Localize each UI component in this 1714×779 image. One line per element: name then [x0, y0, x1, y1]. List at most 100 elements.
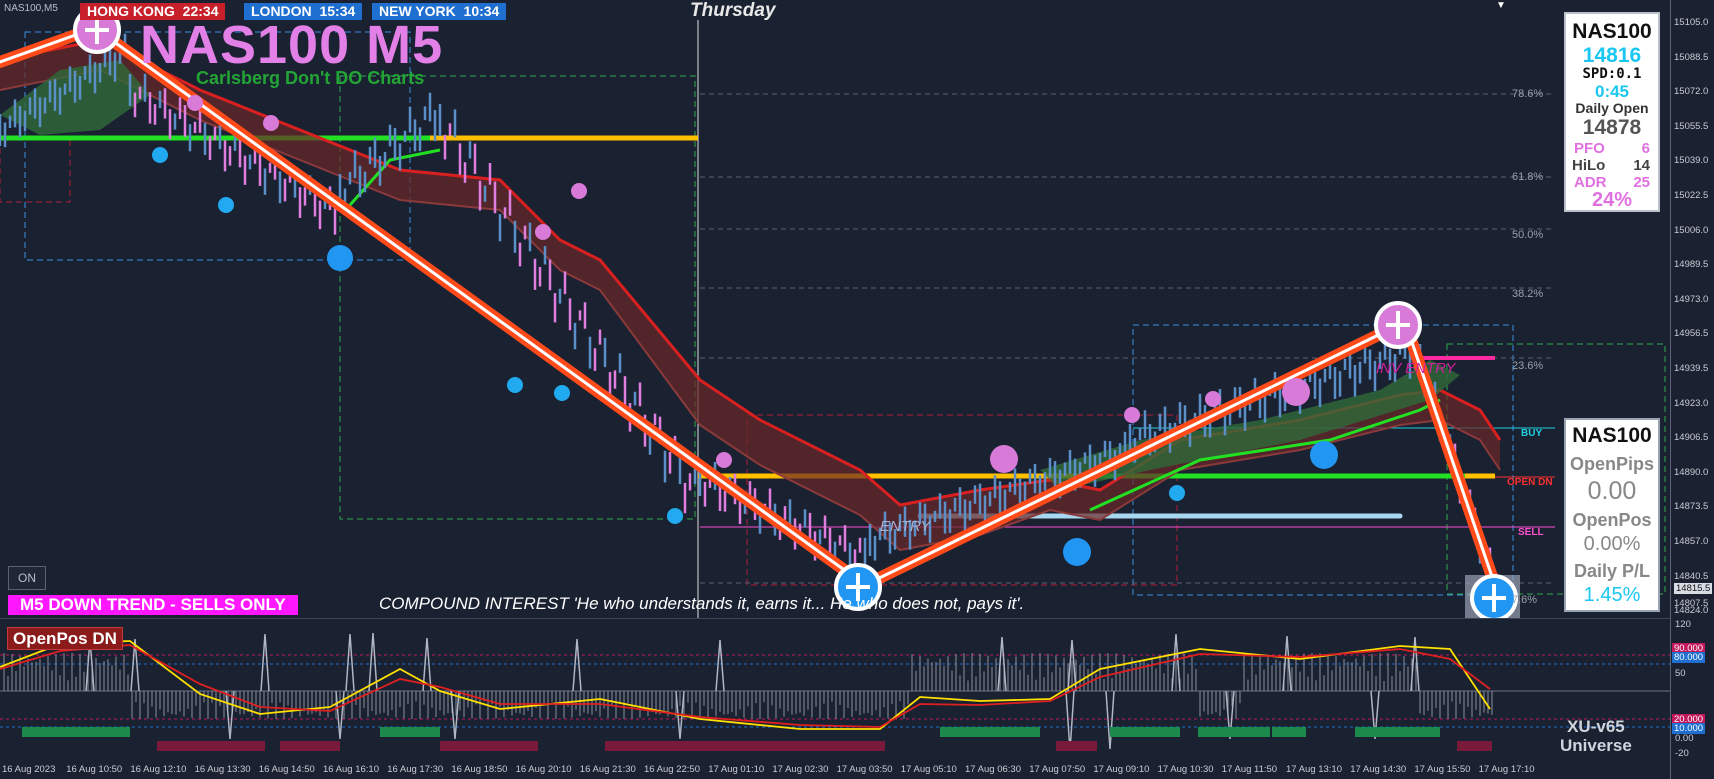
- signal-marker-dot: [218, 197, 234, 213]
- on-toggle-button[interactable]: ON: [8, 566, 46, 590]
- open-pos-label: OpenPos: [1572, 510, 1652, 530]
- osc-spike: [1105, 690, 1115, 750]
- oscillator-tick-label: 120: [1675, 619, 1691, 630]
- pfo-value: 6: [1641, 140, 1650, 157]
- open-position-panel: NAS100 OpenPips 0.00 OpenPos 0.00% Daily…: [1564, 418, 1660, 612]
- price-tick-label: 14906.5: [1674, 432, 1709, 444]
- candle-timer: 0:45: [1594, 82, 1630, 101]
- open-dn-level-label: OPEN DN: [1507, 477, 1553, 488]
- price-tick-label: 14973.0: [1674, 293, 1709, 305]
- price-tick-label: 14890.0: [1674, 466, 1709, 478]
- signal-marker-dot: [152, 147, 168, 163]
- date-tick-label: 17 Aug 09:10: [1093, 764, 1150, 775]
- date-tick-label: 17 Aug 07:50: [1029, 764, 1086, 775]
- date-tick-label: 16 Aug 18:50: [451, 764, 508, 775]
- date-tick-label: 17 Aug 14:30: [1350, 764, 1407, 775]
- chart-shift-marker-icon[interactable]: ▼: [1496, 0, 1506, 11]
- osc-state-bar-bull: [1355, 727, 1440, 737]
- main-chart[interactable]: [0, 0, 1670, 622]
- price-tick-label: 15105.0: [1674, 17, 1709, 28]
- osc-spike: [225, 690, 235, 740]
- price-tick-label: 14840.5: [1674, 570, 1709, 582]
- date-tick-label: 16 Aug 22:50: [644, 764, 700, 775]
- signal-marker-dot: [716, 452, 732, 468]
- open-pips-label: OpenPips: [1569, 454, 1654, 474]
- fib-level-label: 7.6%: [1512, 594, 1538, 606]
- oscillator-level-tag: 80.000: [1672, 652, 1706, 663]
- date-tick-label: 17 Aug 11:50: [1221, 764, 1278, 775]
- compound-interest-text: COMPOUND INTEREST 'He who understands it…: [379, 594, 1025, 613]
- range-box: [0, 139, 71, 203]
- osc-state-bar-bull: [380, 727, 440, 737]
- price-tick-label: 14857.0: [1674, 536, 1709, 547]
- current-price: 14816: [1582, 44, 1642, 67]
- openpos-indicator-label: OpenPos DN: [7, 627, 123, 650]
- range-box: [339, 75, 696, 520]
- date-tick-label: 17 Aug 05:10: [900, 764, 957, 775]
- osc-state-bar-bull: [1272, 727, 1306, 737]
- oscillator-tick-label: 0.00: [1675, 733, 1694, 744]
- signal-marker-dot: [1310, 441, 1338, 469]
- daily-open-value: 14878: [1582, 116, 1642, 139]
- price-tick-label: 15088.5: [1674, 51, 1709, 63]
- date-tick-label: 16 Aug 2023: [2, 764, 56, 775]
- date-tick-label: 16 Aug 20:10: [515, 764, 572, 775]
- trend-banner: M5 DOWN TREND - SELLS ONLY: [8, 595, 298, 615]
- fib-level-label: 23.6%: [1512, 360, 1544, 372]
- osc-spike: [260, 633, 270, 692]
- signal-marker-dot: [554, 385, 570, 401]
- day-separator-label: Thursday: [690, 0, 776, 21]
- oscillator-subwindow[interactable]: [0, 619, 1670, 761]
- date-tick-label: 16 Aug 13:30: [194, 764, 251, 775]
- date-tick-label: 16 Aug 17:30: [387, 764, 444, 775]
- panel-symbol: NAS100: [1572, 424, 1652, 447]
- price-tick-label: 15072.0: [1674, 86, 1709, 98]
- brand-label: XU-v65 Universe: [1560, 717, 1632, 755]
- open-pos-value: 0.00%: [1583, 533, 1641, 555]
- price-tick-label: 14873.5: [1674, 501, 1709, 513]
- price-axis[interactable]: 15105.0 15088.5 15072.0 15055.5 15039.0 15022…: [1670, 0, 1714, 779]
- adr-percent: 24%: [1591, 189, 1633, 211]
- osc-spike: [572, 638, 582, 692]
- price-tick-label: 15006.0: [1674, 224, 1709, 236]
- signal-marker-dot: [1205, 391, 1221, 407]
- price-tick-label: 14956.5: [1674, 328, 1709, 340]
- osc-spike: [450, 690, 460, 740]
- open-pips-value: 0.00: [1587, 477, 1637, 505]
- price-tick-label: 15039.0: [1674, 155, 1709, 167]
- signal-marker-dot: [327, 245, 353, 271]
- chart-symbol-label: NAS100,M5: [4, 3, 58, 14]
- price-chart-canvas[interactable]: [0, 0, 1670, 622]
- date-tick-label: 17 Aug 17:10: [1478, 764, 1535, 775]
- price-tick-label: 14807.5: [1674, 598, 1709, 609]
- daily-pl-value: 1.45%: [1583, 584, 1641, 606]
- osc-state-bar-bull: [940, 727, 1040, 737]
- date-tick-label: 17 Aug 01:10: [708, 764, 765, 775]
- price-tick-label: 15055.5: [1674, 120, 1709, 132]
- date-tick-label: 16 Aug 10:50: [66, 764, 123, 775]
- signal-marker-dot: [1063, 538, 1091, 566]
- fib-level-label: 61.8%: [1512, 171, 1544, 183]
- entry-label: ENTRY: [880, 518, 931, 535]
- brand-line-2: Universe: [1560, 736, 1632, 755]
- osc-state-bar-bull: [1198, 727, 1270, 737]
- osc-state-bar-bear: [440, 741, 538, 751]
- session-time: 10:34: [463, 3, 500, 19]
- inv-entry-label: INV ENTRY: [1376, 360, 1456, 377]
- date-tick-label: 17 Aug 15:50: [1414, 764, 1471, 775]
- oscillator-tick-label: 50: [1675, 668, 1686, 679]
- buy-level-label: BUY: [1521, 428, 1543, 439]
- oscillator-canvas[interactable]: [0, 619, 1670, 761]
- price-tick-label: 14923.0: [1674, 397, 1709, 409]
- osc-spike: [715, 639, 725, 692]
- oscillator-level-tag: 10.000: [1672, 723, 1706, 734]
- brand-line-1: XU-v65: [1567, 717, 1625, 736]
- date-tick-label: 17 Aug 13:10: [1286, 764, 1342, 775]
- price-tick-label: 14939.5: [1674, 363, 1709, 374]
- osc-state-bar-bear: [1457, 741, 1492, 751]
- hilo-value: 14: [1633, 157, 1650, 174]
- date-tick-label: 17 Aug 06:30: [965, 764, 1021, 775]
- signal-marker-dot: [990, 445, 1018, 473]
- signal-marker-dot: [667, 508, 683, 524]
- time-axis[interactable]: 16 Aug 2023 16 Aug 10:50 16 Aug 12:10 16 Au…: [0, 761, 1670, 779]
